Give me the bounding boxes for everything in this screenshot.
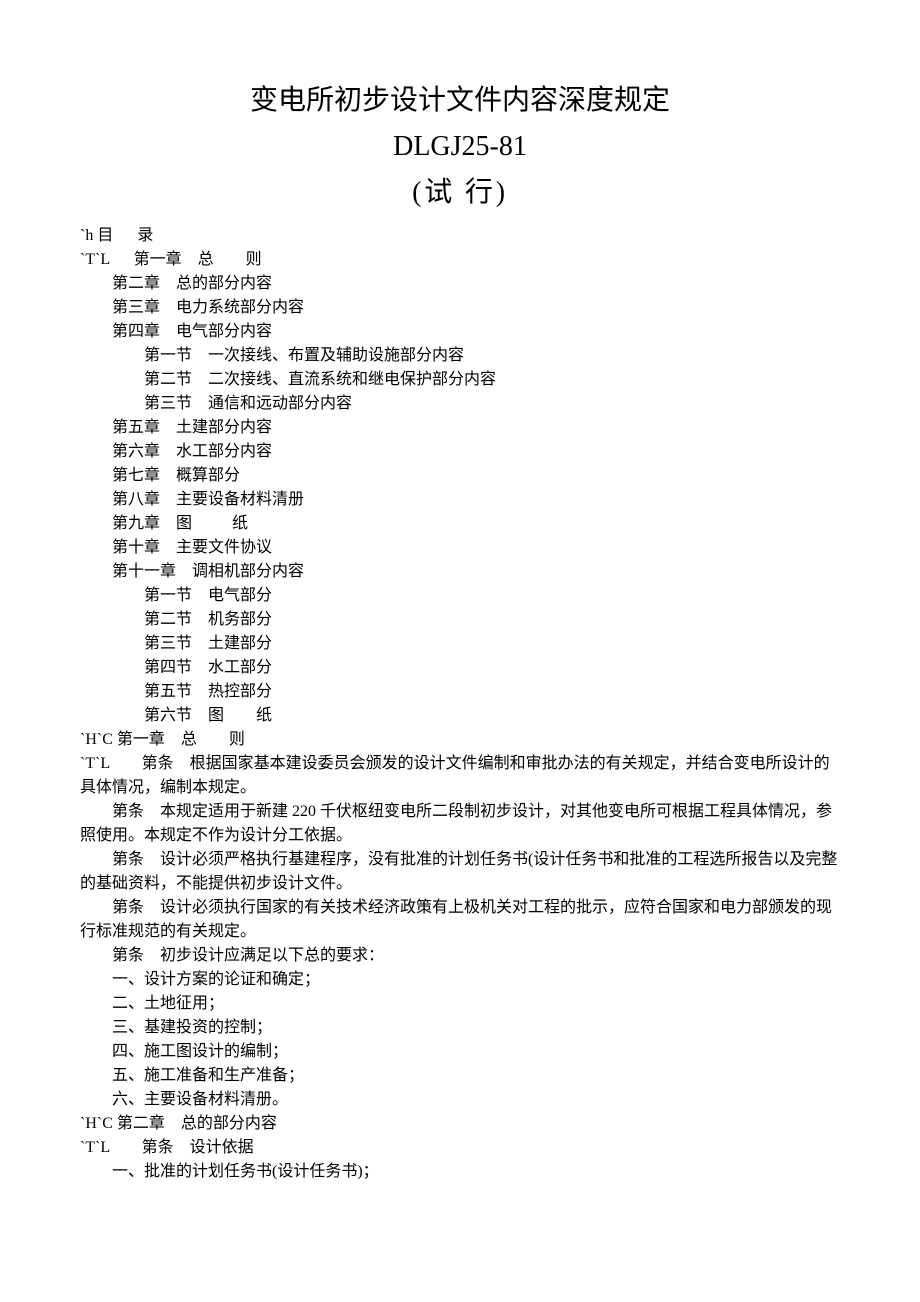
toc-item-2: 第四章 电气部分内容: [80, 320, 840, 344]
toc-ch11-sub-3: 第四节 水工部分: [80, 656, 840, 680]
ch1-line-4: 第条 初步设计应满足以下总的要求：: [80, 944, 840, 968]
toc-ch1: `T`L 第一章 总 则: [80, 248, 840, 272]
ch2-line-0: `T`L 第条 设计依据: [80, 1136, 840, 1160]
document-status: (试 行): [80, 172, 840, 214]
ch1-line-6: 二、土地征用；: [80, 992, 840, 1016]
toc-item2-3: 第八章 主要设备材料清册: [80, 488, 840, 512]
toc-item2-5: 第十章 主要文件协议: [80, 536, 840, 560]
document-title: 变电所初步设计文件内容深度规定: [80, 80, 840, 122]
ch1-line-9: 五、施工准备和生产准备；: [80, 1064, 840, 1088]
chapter-1-body: `T`L 第条 根据国家基本建设委员会颁发的设计文件编制和审批办法的有关规定，并…: [80, 752, 840, 1112]
toc-item2-6: 第十一章 调相机部分内容: [80, 560, 840, 584]
ch2-line-1: 一、批准的计划任务书(设计任务书)；: [80, 1160, 840, 1184]
document-code: DLGJ25-81: [80, 126, 840, 168]
toc-ch4-sub-0: 第一节 一次接线、布置及辅助设施部分内容: [80, 344, 840, 368]
toc-ch4-sub-1: 第二节 二次接线、直流系统和继电保护部分内容: [80, 368, 840, 392]
ch1-line-0: `T`L 第条 根据国家基本建设委员会颁发的设计文件编制和审批办法的有关规定，并…: [80, 752, 840, 800]
toc-item-0: 第二章 总的部分内容: [80, 272, 840, 296]
ch1-line-5: 一、设计方案的论证和确定；: [80, 968, 840, 992]
toc-ch11-sub-2: 第三节 土建部分: [80, 632, 840, 656]
toc-ch11-sublist: 第一节 电气部分第二节 机务部分第三节 土建部分第四节 水工部分第五节 热控部分…: [80, 584, 840, 728]
toc-header: `h 目 录: [80, 224, 840, 248]
chapter-2-header: `H`C 第二章 总的部分内容: [80, 1112, 840, 1136]
toc-item2-0: 第五章 土建部分内容: [80, 416, 840, 440]
toc-ch11-sub-1: 第二节 机务部分: [80, 608, 840, 632]
ch1-line-2: 第条 设计必须严格执行基建程序，没有批准的计划任务书(设计任务书和批准的工程选所…: [80, 848, 840, 896]
toc-item2-1: 第六章 水工部分内容: [80, 440, 840, 464]
toc-ch11-sub-4: 第五节 热控部分: [80, 680, 840, 704]
toc-item2-4: 第九章 图 纸: [80, 512, 840, 536]
ch1-line-1: 第条 本规定适用于新建 220 千伏枢纽变电所二段制初步设计，对其他变电所可根据…: [80, 800, 840, 848]
toc-item-1: 第三章 电力系统部分内容: [80, 296, 840, 320]
chapter-1-header: `H`C 第一章 总 则: [80, 728, 840, 752]
toc-ch11-sub-5: 第六节 图 纸: [80, 704, 840, 728]
ch1-line-8: 四、施工图设计的编制；: [80, 1040, 840, 1064]
ch1-line-3: 第条 设计必须执行国家的有关技术经济政策有上极机关对工程的批示，应符合国家和电力…: [80, 896, 840, 944]
ch1-line-10: 六、主要设备材料清册。: [80, 1088, 840, 1112]
toc-list-1: 第二章 总的部分内容第三章 电力系统部分内容第四章 电气部分内容: [80, 272, 840, 344]
toc-list-2: 第五章 土建部分内容第六章 水工部分内容第七章 概算部分第八章 主要设备材料清册…: [80, 416, 840, 584]
toc-item2-2: 第七章 概算部分: [80, 464, 840, 488]
toc-ch11-sub-0: 第一节 电气部分: [80, 584, 840, 608]
chapter-2-body: `T`L 第条 设计依据 一、批准的计划任务书(设计任务书)；: [80, 1136, 840, 1184]
ch1-line-7: 三、基建投资的控制；: [80, 1016, 840, 1040]
toc-ch4-sub-2: 第三节 通信和远动部分内容: [80, 392, 840, 416]
toc-ch4-sublist: 第一节 一次接线、布置及辅助设施部分内容第二节 二次接线、直流系统和继电保护部分…: [80, 344, 840, 416]
